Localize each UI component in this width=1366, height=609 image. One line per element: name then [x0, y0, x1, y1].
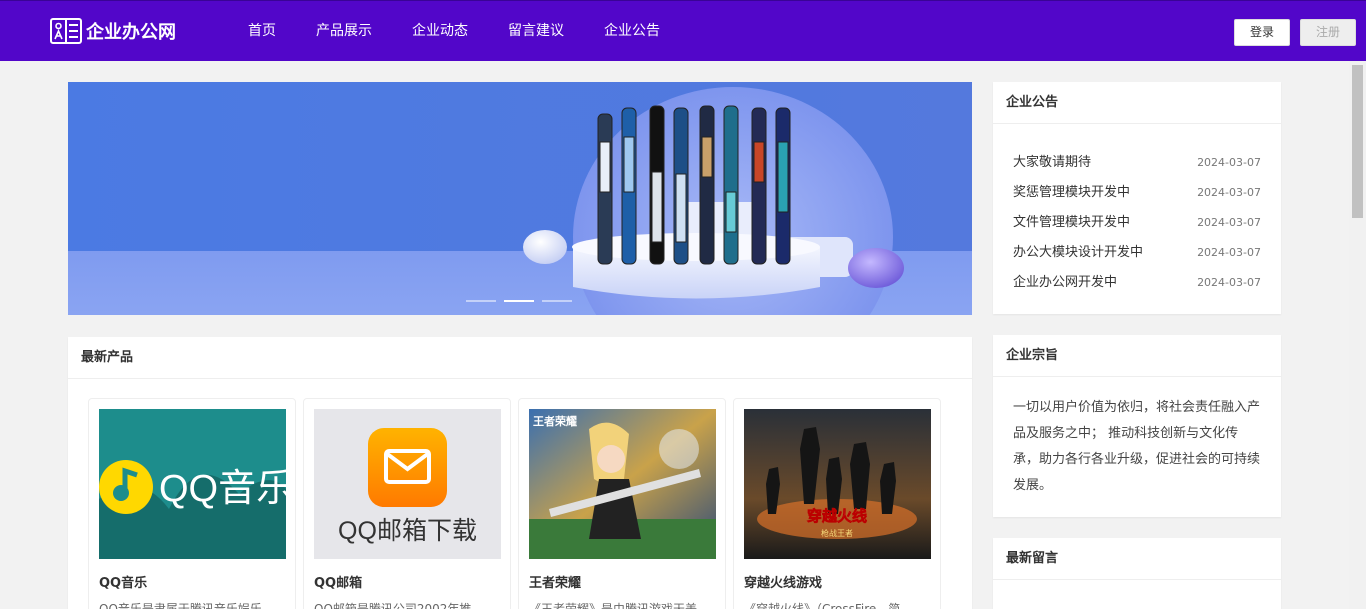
notice-title: 企业办公网开发中: [1013, 275, 1118, 290]
product-image: 王者荣耀: [529, 409, 716, 559]
notice-date: 2024-03-07: [1197, 246, 1261, 259]
notices-title: 企业公告: [993, 82, 1281, 124]
product-description: 《穿越火线》（CrossFire，简: [744, 602, 901, 609]
notice-title: 办公大模块设计开发中: [1013, 245, 1144, 260]
messages-title: 最新留言: [993, 538, 1281, 580]
notice-title: 奖惩管理模块开发中: [1013, 185, 1131, 200]
product-list: QQ音乐 QQ音乐 QQ音乐是隶属于腾讯音乐娱乐 QQ邮箱下载 QQ邮箱 QQ邮…: [88, 398, 941, 609]
scrollbar-thumb[interactable]: [1352, 65, 1363, 218]
product-name: QQ音乐: [99, 576, 148, 591]
notice-list: 大家敬请期待 2024-03-07 奖惩管理模块开发中 2024-03-07 文…: [993, 124, 1281, 298]
notice-item[interactable]: 奖惩管理模块开发中 2024-03-07: [1013, 178, 1261, 208]
nav-feedback[interactable]: 留言建议: [488, 1, 584, 62]
product-description: QQ音乐是隶属于腾讯音乐娱乐: [99, 602, 262, 609]
banner-carousel[interactable]: [68, 82, 972, 315]
product-name: QQ邮箱: [314, 576, 363, 591]
product-image: 穿越火线 枪战王者: [744, 409, 931, 559]
notice-date: 2024-03-07: [1197, 276, 1261, 289]
notice-title: 大家敬请期待: [1013, 155, 1092, 170]
nav-products[interactable]: 产品展示: [296, 1, 392, 62]
logo-text: 企业办公网: [86, 22, 176, 43]
notice-date: 2024-03-07: [1197, 186, 1261, 199]
main-nav: 首页 产品展示 企业动态 留言建议 企业公告: [228, 1, 680, 62]
page-scrollbar[interactable]: [1349, 61, 1366, 609]
product-description: QQ邮箱是腾讯公司2002年推: [314, 602, 472, 609]
notice-date: 2024-03-07: [1197, 156, 1261, 169]
product-card[interactable]: 王者荣耀 王者荣耀 《王者荣耀》是由腾讯游戏天美: [518, 398, 726, 609]
product-card[interactable]: QQ音乐 QQ音乐 QQ音乐是隶属于腾讯音乐娱乐: [88, 398, 296, 609]
nav-home[interactable]: 首页: [228, 1, 296, 62]
notice-item[interactable]: 大家敬请期待 2024-03-07: [1013, 148, 1261, 178]
company-notices-panel: 企业公告 大家敬请期待 2024-03-07 奖惩管理模块开发中 2024-03…: [993, 82, 1281, 314]
products-title: 最新产品: [68, 337, 972, 379]
product-image-text: QQ音乐: [159, 468, 286, 510]
carousel-dot-1[interactable]: [466, 300, 496, 302]
product-image-text: 王者荣耀: [533, 414, 577, 428]
notice-item[interactable]: 企业办公网开发中 2024-03-07: [1013, 268, 1261, 298]
nav-news[interactable]: 企业动态: [392, 1, 488, 62]
product-card[interactable]: QQ邮箱下载 QQ邮箱 QQ邮箱是腾讯公司2002年推: [303, 398, 511, 609]
latest-messages-panel: 最新留言: [993, 538, 1281, 609]
logo[interactable]: 企业办公网: [50, 17, 176, 45]
product-image-subtext: 枪战王者: [821, 528, 853, 538]
latest-products-panel: 最新产品 QQ音乐 QQ音乐 QQ音乐是隶属于腾讯音乐娱乐 QQ邮箱下载 QQ邮…: [68, 337, 972, 609]
purpose-title: 企业宗旨: [993, 335, 1281, 377]
notice-item[interactable]: 文件管理模块开发中 2024-03-07: [1013, 208, 1261, 238]
banner-image: [68, 82, 972, 315]
notice-item[interactable]: 办公大模块设计开发中 2024-03-07: [1013, 238, 1261, 268]
top-navbar: 企业办公网 首页 产品展示 企业动态 留言建议 企业公告 登录 注册: [0, 0, 1366, 61]
notice-date: 2024-03-07: [1197, 216, 1261, 229]
carousel-indicators: [466, 300, 572, 302]
logo-icon: [50, 18, 82, 44]
login-button[interactable]: 登录: [1234, 19, 1290, 46]
product-image-text: 穿越火线: [807, 507, 867, 525]
product-description: 《王者荣耀》是由腾讯游戏天美: [529, 602, 698, 609]
register-button[interactable]: 注册: [1300, 19, 1356, 46]
product-image-text: QQ邮箱下载: [338, 517, 477, 545]
nav-notices[interactable]: 企业公告: [584, 1, 680, 62]
notice-title: 文件管理模块开发中: [1013, 215, 1131, 230]
company-purpose-panel: 企业宗旨 一切以用户价值为依归，将社会责任融入产品及服务之中； 推动科技创新与文…: [993, 335, 1281, 517]
product-name: 穿越火线游戏: [744, 576, 823, 591]
carousel-dot-2[interactable]: [504, 300, 534, 302]
carousel-dot-3[interactable]: [542, 300, 572, 302]
product-image: QQ音乐: [99, 409, 286, 559]
purpose-text: 一切以用户价值为依归，将社会责任融入产品及服务之中； 推动科技创新与文化传承，助…: [1013, 400, 1261, 493]
product-image: QQ邮箱下载: [314, 409, 501, 559]
product-name: 王者荣耀: [529, 576, 582, 591]
product-card[interactable]: 穿越火线 枪战王者 穿越火线游戏 《穿越火线》（CrossFire，简: [733, 398, 941, 609]
